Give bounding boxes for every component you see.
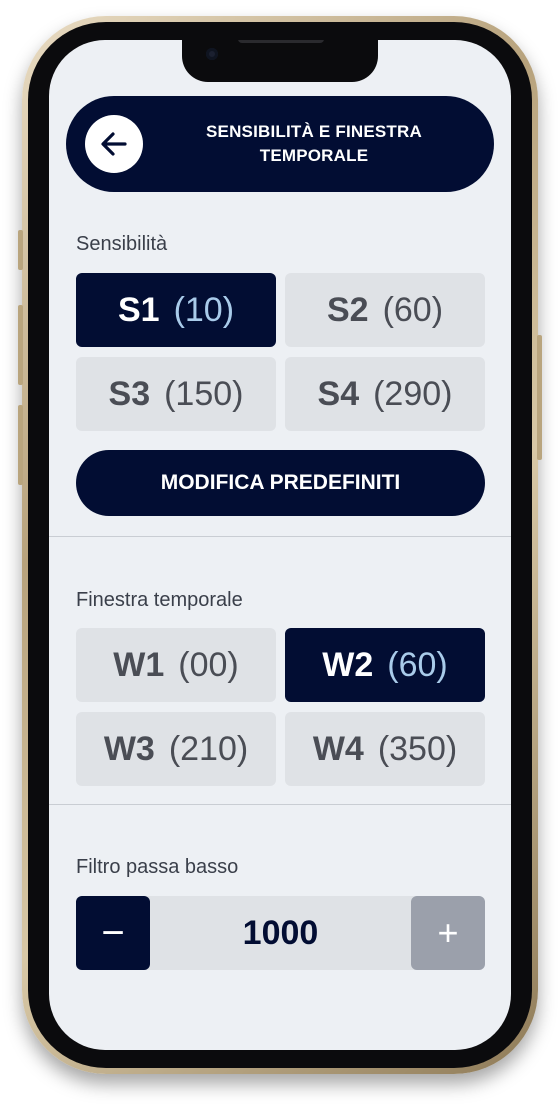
option-value: (60) <box>387 645 448 684</box>
edit-presets-button[interactable]: MODIFICA PREDEFINITI <box>76 450 485 516</box>
option-code: W2 <box>322 645 374 684</box>
speaker-grille <box>238 40 324 43</box>
window-option-w4[interactable]: W4 (350) <box>285 712 485 786</box>
option-value: (350) <box>377 729 458 768</box>
divider <box>49 804 511 805</box>
option-code: S2 <box>326 290 369 329</box>
plus-icon: + <box>437 912 459 953</box>
arrow-left-icon <box>101 132 127 156</box>
front-camera <box>206 48 218 60</box>
option-code: W1 <box>113 645 165 684</box>
back-button[interactable] <box>85 115 143 173</box>
power-button <box>537 335 542 460</box>
option-value: (10) <box>173 290 235 329</box>
sensitivity-option-s4[interactable]: S4 (290) <box>285 357 485 431</box>
header-bar: SENSIBILITÀ E FINESTRA TEMPORALE <box>66 96 494 192</box>
window-label: Finestra temporale <box>76 589 243 611</box>
window-option-w3[interactable]: W3 (210) <box>76 712 276 786</box>
option-code: S3 <box>108 374 151 413</box>
option-code: W4 <box>312 729 364 768</box>
option-value: (150) <box>164 374 244 413</box>
option-value: (290) <box>373 374 453 413</box>
lowpass-value: 1000 <box>242 913 319 952</box>
sensitivity-option-s1[interactable]: S1 (10) <box>76 273 276 347</box>
sensitivity-option-s2[interactable]: S2 (60) <box>285 273 485 347</box>
lowpass-stepper: − 1000 + <box>76 896 485 970</box>
lowpass-label: Filtro passa basso <box>76 856 239 878</box>
option-code: W3 <box>103 729 155 768</box>
option-value: (00) <box>178 645 239 684</box>
sensitivity-option-s3[interactable]: S3 (150) <box>76 357 276 431</box>
option-code: S4 <box>317 374 360 413</box>
divider <box>49 536 511 537</box>
sensitivity-label: Sensibilità <box>76 233 168 255</box>
app-screen: SENSIBILITÀ E FINESTRA TEMPORALE Sensibi… <box>49 40 511 1050</box>
option-value: (210) <box>168 729 249 768</box>
option-value: (60) <box>382 290 444 329</box>
minus-icon: − <box>101 910 125 955</box>
window-option-w2[interactable]: W2 (60) <box>285 628 485 702</box>
option-code: S1 <box>117 290 160 329</box>
decrement-button[interactable]: − <box>76 896 150 970</box>
silent-switch <box>18 230 23 270</box>
window-option-w1[interactable]: W1 (00) <box>76 628 276 702</box>
volume-down-button <box>18 405 23 485</box>
volume-up-button <box>18 305 23 385</box>
increment-button[interactable]: + <box>411 896 485 970</box>
notch <box>182 40 378 82</box>
page-title: SENSIBILITÀ E FINESTRA TEMPORALE <box>206 122 422 165</box>
